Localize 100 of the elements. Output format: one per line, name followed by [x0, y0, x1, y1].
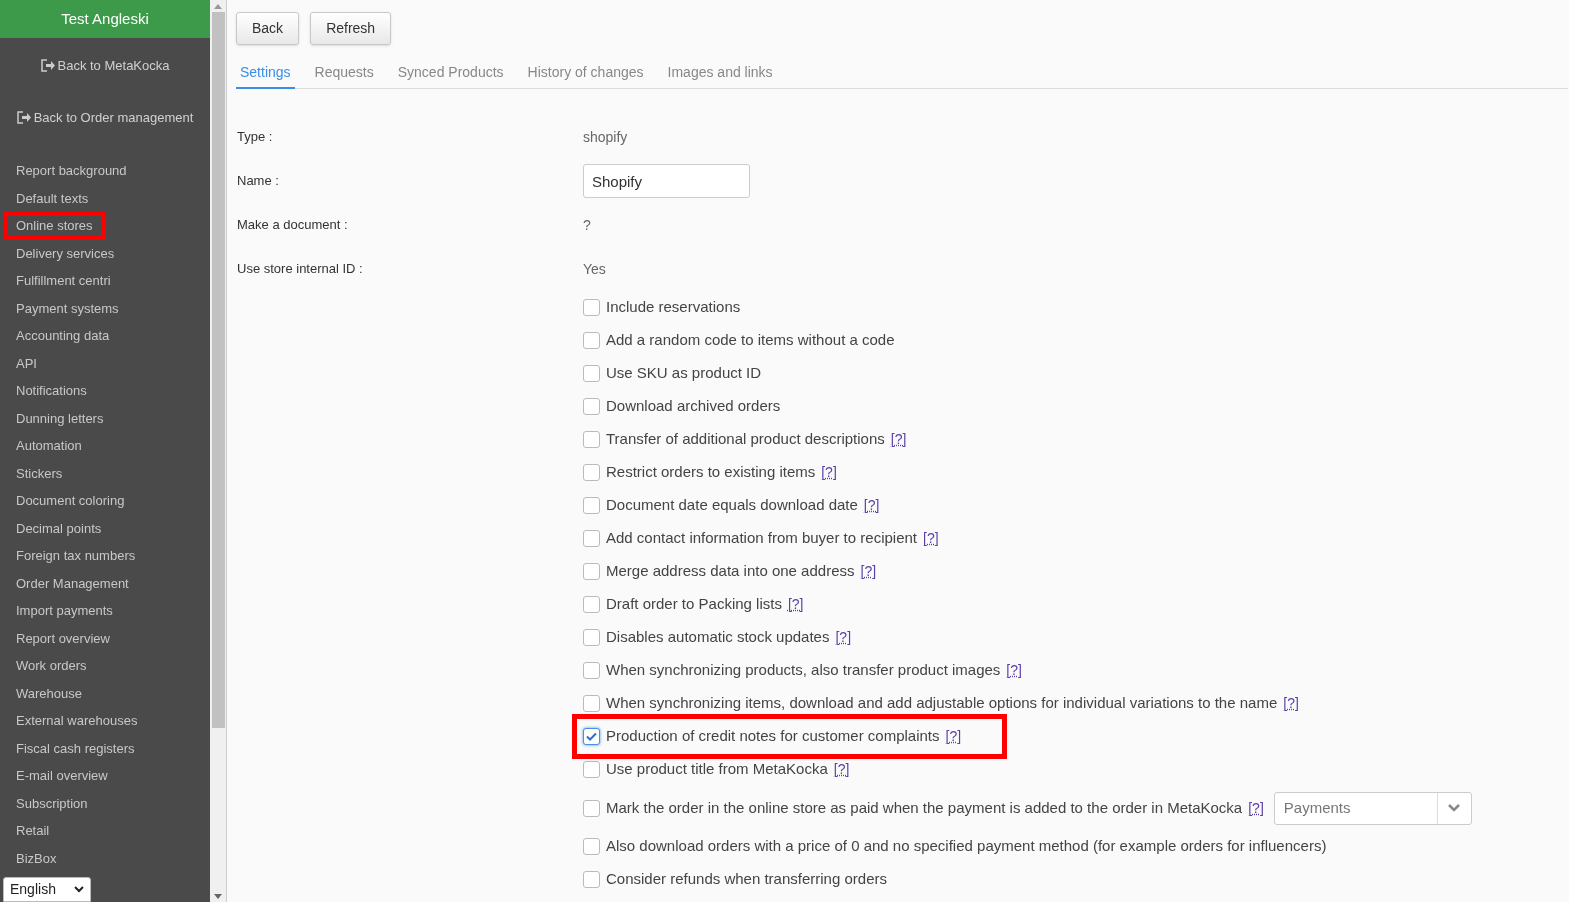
back-link[interactable]: Back to Order management — [16, 107, 194, 127]
sidebar-item[interactable]: Automation — [4, 432, 94, 460]
field-label: Name : — [236, 172, 280, 191]
option-label: Transfer of additional product descriptions — [606, 429, 885, 450]
field-value: shopify — [583, 127, 628, 147]
sidebar-item[interactable]: Decimal points — [4, 514, 114, 542]
option-label: Draft order to Packing lists — [606, 594, 782, 615]
sidebar-item[interactable]: Retail — [4, 817, 62, 845]
option-label: Download archived orders — [606, 396, 781, 417]
sidebar-item[interactable]: Payment systems — [4, 294, 131, 322]
sidebar-item[interactable]: Dunning letters — [4, 404, 116, 432]
tab[interactable]: Requests — [310, 57, 378, 89]
sidebar-item[interactable]: Default texts — [4, 184, 101, 212]
sidebar-item[interactable]: Import payments — [4, 597, 125, 625]
checkbox[interactable] — [583, 838, 600, 855]
sidebar-item[interactable]: Foreign tax numbers — [4, 542, 148, 570]
language-select[interactable]: English — [3, 877, 91, 902]
checkbox[interactable] — [583, 365, 600, 382]
help-link[interactable]: [?] — [1006, 660, 1022, 681]
name-field[interactable]: Shopify — [583, 164, 750, 198]
checkbox[interactable] — [583, 662, 600, 679]
checkbox[interactable] — [583, 332, 600, 349]
help-link[interactable]: [?] — [860, 561, 877, 582]
checkbox[interactable] — [583, 464, 600, 481]
checkbox[interactable] — [583, 299, 600, 316]
sidebar-item[interactable]: Warehouse — [4, 679, 94, 707]
scroll-up-icon[interactable] — [214, 4, 222, 9]
checkbox[interactable] — [583, 530, 600, 547]
checkbox[interactable] — [583, 398, 600, 415]
field-value: ? — [583, 215, 591, 235]
tab[interactable]: Synced Products — [393, 57, 508, 89]
exit-icon — [16, 110, 31, 124]
option-label: Use product title from MetaKocka — [606, 759, 828, 780]
option-label: Restrict orders to existing items — [606, 462, 816, 483]
option-label: Add contact information from buyer to recipient — [606, 528, 917, 549]
option-label: Merge address data into one address — [606, 561, 855, 582]
store-title: Test Angleski — [61, 8, 149, 29]
option-label: Include reservations — [606, 297, 741, 318]
sidebar-item[interactable]: External warehouses — [4, 707, 150, 735]
payment-select[interactable]: Payments — [1273, 791, 1472, 825]
sidebar-item[interactable]: Report background — [4, 157, 139, 185]
sidebar-item[interactable]: Stickers — [4, 459, 75, 487]
field-value: Yes — [583, 259, 606, 279]
option-label: Disables automatic stock updates — [606, 627, 830, 648]
field-label: Type : — [236, 128, 274, 147]
sidebar-item[interactable]: Online stores — [4, 212, 105, 240]
checkbox[interactable] — [583, 871, 600, 888]
sidebar-item[interactable]: API — [4, 349, 49, 377]
sidebar-item[interactable]: Report overview — [4, 624, 122, 652]
checkbox[interactable] — [583, 497, 600, 514]
option-label: When synchronizing items, download and add adjustable options for individual variations to the name — [606, 693, 1278, 714]
field-label: Use store internal ID : — [236, 260, 364, 279]
checkbox[interactable] — [583, 695, 600, 712]
sidebar-item[interactable]: Notifications — [4, 377, 99, 405]
help-link[interactable]: [?] — [923, 528, 939, 549]
sidebar-item[interactable]: Fulfillment centri — [4, 267, 123, 295]
sidebar-item[interactable]: Subscription — [4, 789, 100, 817]
check-icon — [586, 732, 597, 741]
checkbox[interactable] — [583, 761, 600, 778]
sidebar-item[interactable]: Accounting data — [4, 322, 122, 350]
tab[interactable]: Images and links — [663, 57, 777, 89]
chevron-down-icon — [1448, 804, 1461, 812]
sidebar-item[interactable]: E-mail overview — [4, 762, 120, 790]
chevron-down-icon — [74, 886, 84, 893]
exit-icon — [40, 59, 55, 73]
help-link[interactable]: [?] — [821, 462, 837, 483]
help-link[interactable]: [?] — [833, 759, 850, 780]
tab[interactable]: Settings — [236, 57, 295, 89]
help-link[interactable]: [?] — [863, 495, 880, 516]
option-label: Document date equals download date — [606, 495, 858, 516]
option-label: When synchronizing products, also transfer product images — [606, 660, 1001, 681]
scrollbar-thumb[interactable] — [211, 12, 225, 728]
sidebar-item[interactable]: Fiscal cash registers — [4, 734, 147, 762]
sidebar-item[interactable]: Order Management — [4, 569, 141, 597]
help-link[interactable]: [?] — [787, 594, 804, 615]
option-label: Also download orders with a price of 0 and no specified payment method (for example orders for influencers) — [606, 836, 1327, 857]
option-label: Consider refunds when transferring orders — [606, 869, 887, 890]
field-label: Make a document : — [236, 216, 349, 235]
option-label: Mark the order in the online store as paid when the payment is added to the order in MetaKocka — [606, 797, 1243, 818]
sidebar-item[interactable]: BizBox — [4, 844, 69, 872]
checkbox[interactable] — [583, 728, 600, 745]
checkbox[interactable] — [583, 596, 600, 613]
toolbar-button[interactable]: Back — [236, 12, 300, 45]
sidebar-item[interactable]: Document coloring — [4, 487, 137, 515]
help-link[interactable]: [?] — [890, 429, 907, 450]
checkbox[interactable] — [583, 563, 600, 580]
help-link[interactable]: [?] — [1283, 693, 1299, 714]
help-link[interactable]: [?] — [835, 627, 852, 648]
help-link[interactable]: [?] — [945, 726, 962, 747]
option-label: Add a random code to items without a code — [606, 330, 895, 351]
checkbox[interactable] — [583, 799, 600, 817]
help-link[interactable]: [?] — [1248, 797, 1264, 819]
tab[interactable]: History of changes — [523, 57, 648, 89]
back-link[interactable]: Back to MetaKocka — [40, 56, 170, 76]
checkbox[interactable] — [583, 629, 600, 646]
sidebar-item[interactable]: Delivery services — [4, 239, 127, 267]
scroll-down-icon[interactable] — [214, 894, 222, 899]
sidebar-item[interactable]: Work orders — [4, 652, 99, 680]
toolbar-button[interactable]: Refresh — [310, 12, 392, 45]
checkbox[interactable] — [583, 431, 600, 448]
